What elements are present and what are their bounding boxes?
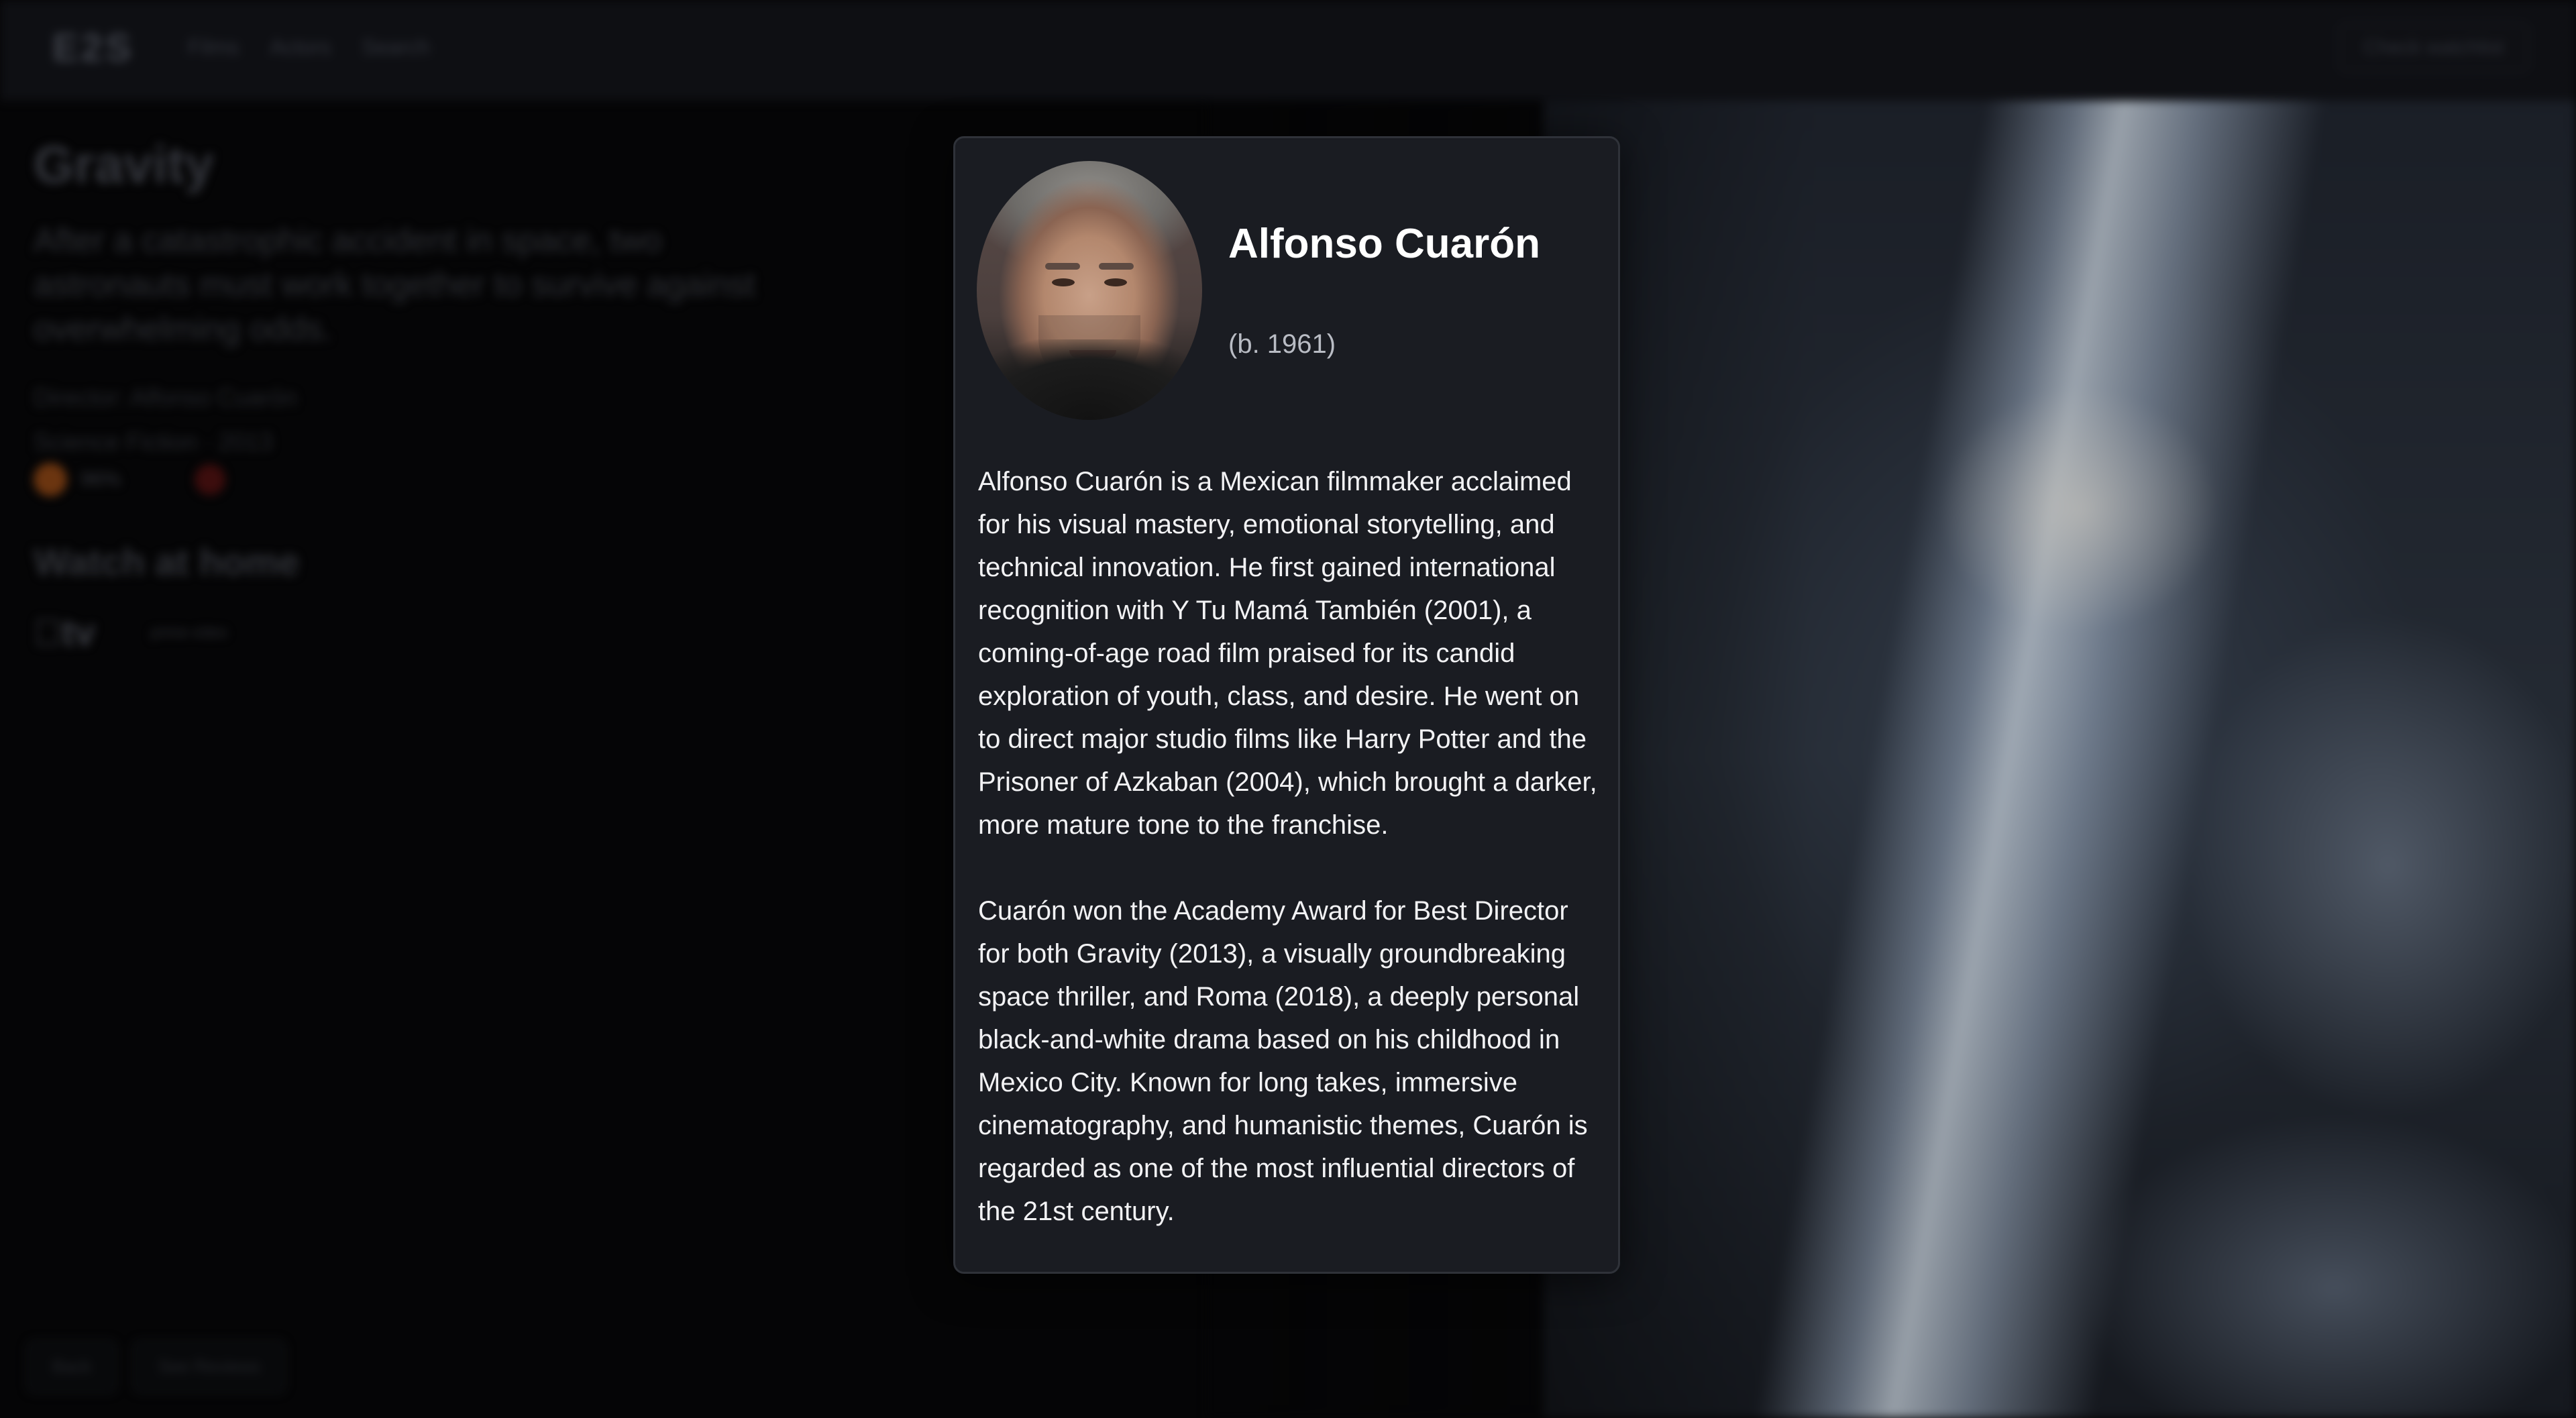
bio-paragraph-1: Alfonso Cuarón is a Mexican filmmaker ac… — [978, 467, 1597, 840]
bottom-actions: Back See Reviews — [27, 1340, 286, 1393]
nav-item-search[interactable]: Search — [362, 35, 429, 60]
providers-row: tv prime video — [34, 610, 243, 654]
avatar-brow-right — [1099, 263, 1134, 270]
avatar-shirt — [977, 339, 1202, 420]
bio-paragraph-2: Cuarón won the Academy Award for Best Di… — [978, 896, 1588, 1226]
nav-item-films[interactable]: Films — [188, 35, 239, 60]
main-nav: Films Actors Search — [188, 35, 430, 60]
person-birth-year: (b. 1961) — [1228, 329, 1336, 359]
page: E2S Films Actors Search Check watchlist … — [0, 0, 2576, 1418]
site-logo[interactable]: E2S — [52, 25, 134, 70]
movie-title: Gravity — [34, 135, 214, 194]
movie-meta: Director: Alfonso Cuarón Science Fiction… — [34, 376, 297, 464]
popcorn-icon — [195, 464, 226, 495]
watchlist-button[interactable]: Check watchlist — [2338, 23, 2529, 72]
tomato-icon — [34, 463, 67, 496]
top-navigation-bar: E2S Films Actors Search Check watchlist — [0, 0, 2576, 101]
movie-description: After a catastrophic accident in space, … — [34, 221, 755, 347]
avatar-eye-left — [1052, 278, 1075, 286]
see-reviews-button[interactable]: See Reviews — [132, 1340, 286, 1393]
avatar-brow-left — [1045, 263, 1080, 270]
prime-video-provider[interactable]: prime video — [136, 624, 243, 641]
person-avatar — [977, 161, 1202, 420]
rt-score: 96% — [80, 468, 121, 490]
watch-at-home-heading: Watch at home — [34, 541, 300, 583]
apple-tv-provider[interactable]: tv — [34, 610, 95, 654]
person-modal[interactable]: Alfonso Cuarón (b. 1961) Alfonso Cuarón … — [953, 136, 1620, 1274]
person-name: Alfonso Cuarón — [1228, 221, 1540, 267]
apple-tv-label: tv — [34, 611, 95, 653]
movie-genre-year: Science Fiction · 2013 — [34, 428, 273, 455]
movie-director[interactable]: Director: Alfonso Cuarón — [34, 376, 297, 420]
ratings-row: 96% — [34, 463, 226, 496]
nav-item-actors[interactable]: Actors — [270, 35, 331, 60]
person-biography: Alfonso Cuarón is a Mexican filmmaker ac… — [978, 460, 1602, 1276]
back-button[interactable]: Back — [27, 1340, 117, 1393]
avatar-eye-right — [1104, 278, 1127, 286]
